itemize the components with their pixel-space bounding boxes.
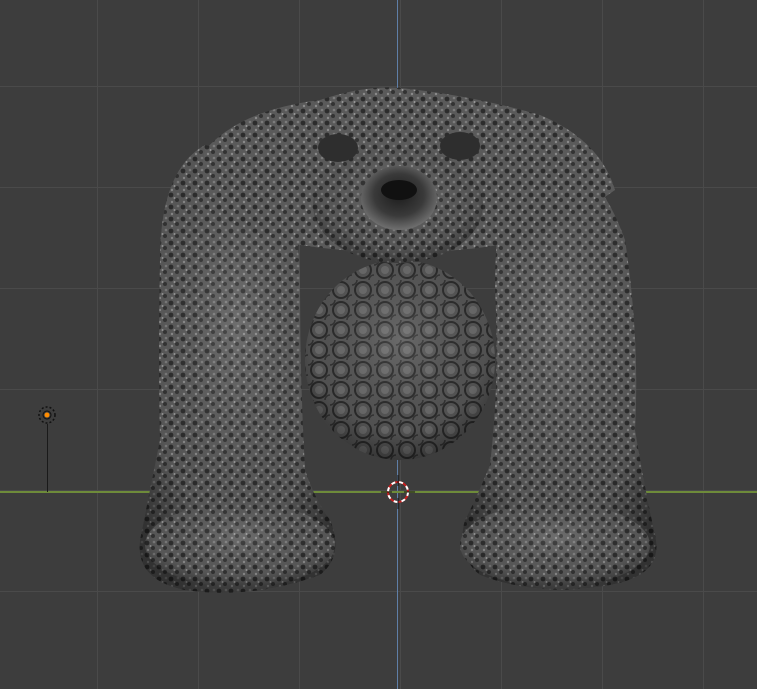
3d-viewport[interactable] [0,0,757,689]
light-icon[interactable] [37,405,57,425]
light-stem [47,424,48,492]
belly-shading [305,260,495,460]
left-foot-shading [145,503,335,587]
sculpted-creature-mesh[interactable] [0,0,757,689]
right-foot-shading [460,503,650,587]
nostril [381,180,417,200]
3d-cursor-icon[interactable] [381,475,415,509]
right-ear [440,132,480,160]
left-ear [318,134,358,162]
